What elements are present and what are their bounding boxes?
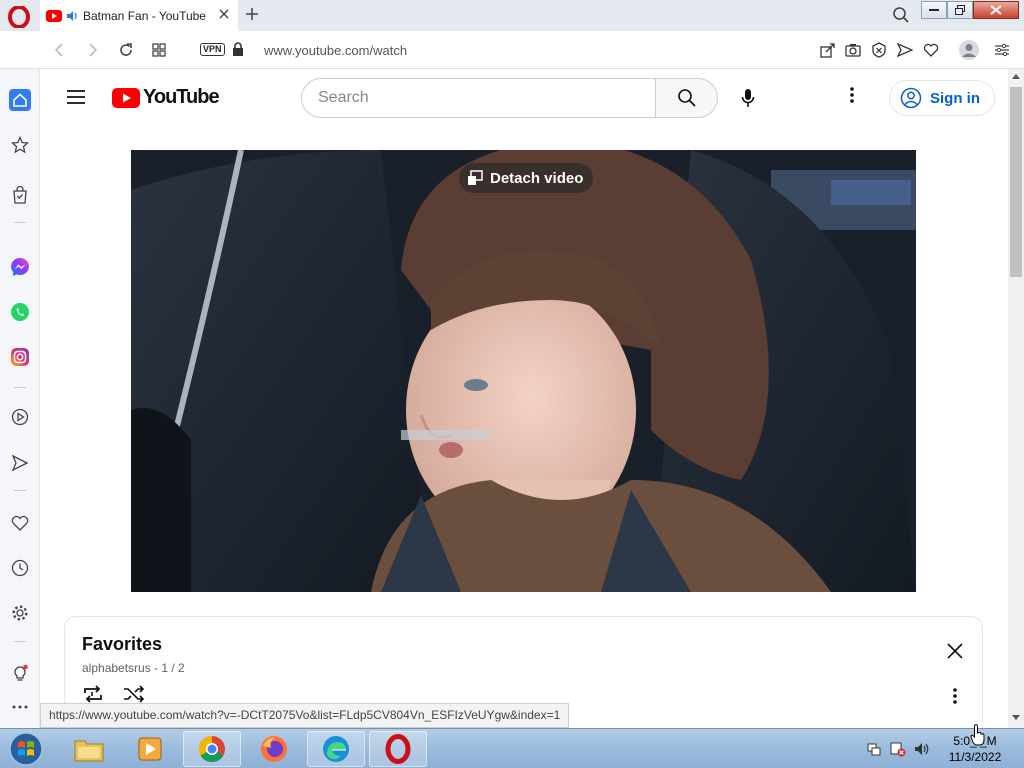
pinboard-heart-icon[interactable]	[9, 512, 31, 534]
forward-arrow-icon[interactable]	[86, 42, 100, 58]
back-arrow-icon[interactable]	[52, 42, 66, 58]
network-warning-icon[interactable]	[890, 741, 906, 757]
adblock-shield-icon[interactable]	[870, 41, 888, 59]
picture-in-picture-icon	[468, 170, 483, 185]
tab-title: Batman Fan - YouTube	[83, 8, 206, 23]
url-field[interactable]: www.youtube.com/watch	[264, 43, 407, 58]
tabs-grid-icon[interactable]	[151, 42, 167, 58]
address-bar: VPN www.youtube.com/watch	[0, 31, 1024, 69]
start-button[interactable]	[6, 731, 46, 767]
easy-setup-icon[interactable]	[994, 42, 1010, 58]
opera-menu-icon[interactable]	[8, 6, 30, 28]
window-controls	[921, 1, 1019, 19]
link-status-preview: https://www.youtube.com/watch?v=-DCtT207…	[40, 703, 570, 728]
taskbar-opera[interactable]	[369, 731, 427, 767]
bookmark-heart-icon[interactable]	[922, 41, 940, 59]
close-window-button[interactable]	[973, 1, 1019, 19]
playlist-title[interactable]: Favorites	[82, 634, 162, 655]
shuffle-playlist-icon[interactable]	[123, 685, 145, 703]
youtube-logo[interactable]: YouTube	[112, 86, 220, 109]
browser-tab-bar: Batman Fan - YouTube	[0, 0, 1024, 31]
minimize-button[interactable]	[921, 1, 947, 19]
search-box	[301, 78, 656, 118]
search-button[interactable]	[655, 78, 718, 118]
taskbar-chrome[interactable]	[183, 731, 241, 767]
playlist-more-icon[interactable]	[953, 687, 957, 705]
youtube-play-logo-icon	[112, 87, 140, 108]
taskbar-media-player[interactable]	[121, 731, 179, 767]
tips-lightbulb-icon[interactable]	[9, 662, 31, 684]
folder-icon	[74, 740, 104, 762]
sidebar-more-icon[interactable]	[9, 696, 31, 718]
reload-icon[interactable]	[118, 42, 134, 58]
page-scrollbar[interactable]	[1008, 69, 1024, 728]
opera-sidebar	[0, 69, 40, 728]
my-flow-send-icon[interactable]	[9, 452, 31, 474]
shopping-bag-icon[interactable]	[9, 184, 31, 206]
lock-icon[interactable]	[232, 42, 244, 57]
tab-search-icon[interactable]	[892, 6, 910, 24]
account-circle-icon	[900, 87, 922, 109]
scrollbar-thumb[interactable]	[1010, 87, 1022, 277]
detach-video-button[interactable]: Detach video	[459, 163, 594, 193]
loop-playlist-icon[interactable]	[82, 685, 104, 703]
windows-start-orb-icon	[9, 732, 43, 766]
history-clock-icon[interactable]	[9, 557, 31, 579]
youtube-favicon-icon	[46, 9, 62, 22]
hand-pointer-cursor-icon	[970, 724, 986, 746]
chrome-icon	[198, 735, 225, 763]
settings-gear-icon[interactable]	[9, 602, 31, 624]
browser-tab[interactable]: Batman Fan - YouTube	[40, 0, 238, 31]
media-player-icon	[138, 737, 162, 761]
speed-dial-home-icon[interactable]	[9, 89, 31, 111]
playlist-close-icon[interactable]	[947, 643, 963, 659]
video-player[interactable]: Detach video	[131, 150, 916, 592]
whatsapp-icon[interactable]	[9, 301, 31, 323]
sign-in-label: Sign in	[930, 89, 980, 107]
action-center-flag-icon[interactable]	[866, 741, 882, 757]
opera-icon	[385, 734, 411, 764]
sidebar-divider	[14, 387, 26, 388]
taskbar-firefox[interactable]	[245, 731, 303, 767]
video-frame	[131, 150, 916, 592]
bookmarks-star-icon[interactable]	[9, 134, 31, 156]
share-edit-icon[interactable]	[818, 41, 836, 59]
taskbar-file-explorer[interactable]	[60, 731, 118, 767]
hamburger-menu-icon[interactable]	[66, 89, 86, 105]
firefox-icon	[261, 736, 287, 762]
scroll-down-arrow-icon[interactable]	[1012, 715, 1020, 721]
send-to-flow-icon[interactable]	[896, 41, 914, 59]
tab-close-icon[interactable]	[218, 8, 230, 20]
windows-taskbar: 5:0_ _M 11/3/2022	[0, 728, 1024, 768]
messenger-icon[interactable]	[9, 256, 31, 278]
clock-date: 11/3/2022	[948, 750, 1002, 764]
voice-search-button[interactable]	[728, 78, 768, 118]
more-options-icon[interactable]	[850, 86, 854, 104]
address-actions	[818, 41, 940, 59]
taskbar-edge[interactable]	[307, 731, 365, 767]
sidebar-divider	[14, 222, 26, 223]
youtube-page: YouTube Sign in	[40, 69, 1008, 728]
instagram-icon[interactable]	[9, 346, 31, 368]
vpn-badge[interactable]: VPN	[200, 43, 225, 56]
player-play-icon[interactable]	[9, 406, 31, 428]
detach-video-label: Detach video	[490, 169, 584, 187]
microphone-icon	[741, 89, 755, 107]
profile-avatar-icon[interactable]	[958, 39, 980, 61]
new-tab-plus-icon[interactable]	[244, 6, 260, 22]
search-icon	[677, 89, 696, 107]
playlist-owner-position: alphabetsrus - 1 / 2	[82, 661, 185, 675]
sidebar-divider	[14, 641, 26, 642]
sign-in-button[interactable]: Sign in	[889, 80, 995, 116]
audio-playing-icon[interactable]	[66, 10, 78, 22]
system-tray	[866, 741, 930, 757]
youtube-logo-text: YouTube	[143, 86, 220, 108]
search-input[interactable]	[318, 89, 638, 107]
edge-icon	[323, 736, 349, 762]
volume-speaker-icon[interactable]	[914, 741, 930, 757]
sidebar-divider	[14, 490, 26, 491]
restore-button[interactable]	[947, 1, 973, 19]
snapshot-camera-icon[interactable]	[844, 41, 862, 59]
scroll-up-arrow-icon[interactable]	[1012, 73, 1020, 79]
